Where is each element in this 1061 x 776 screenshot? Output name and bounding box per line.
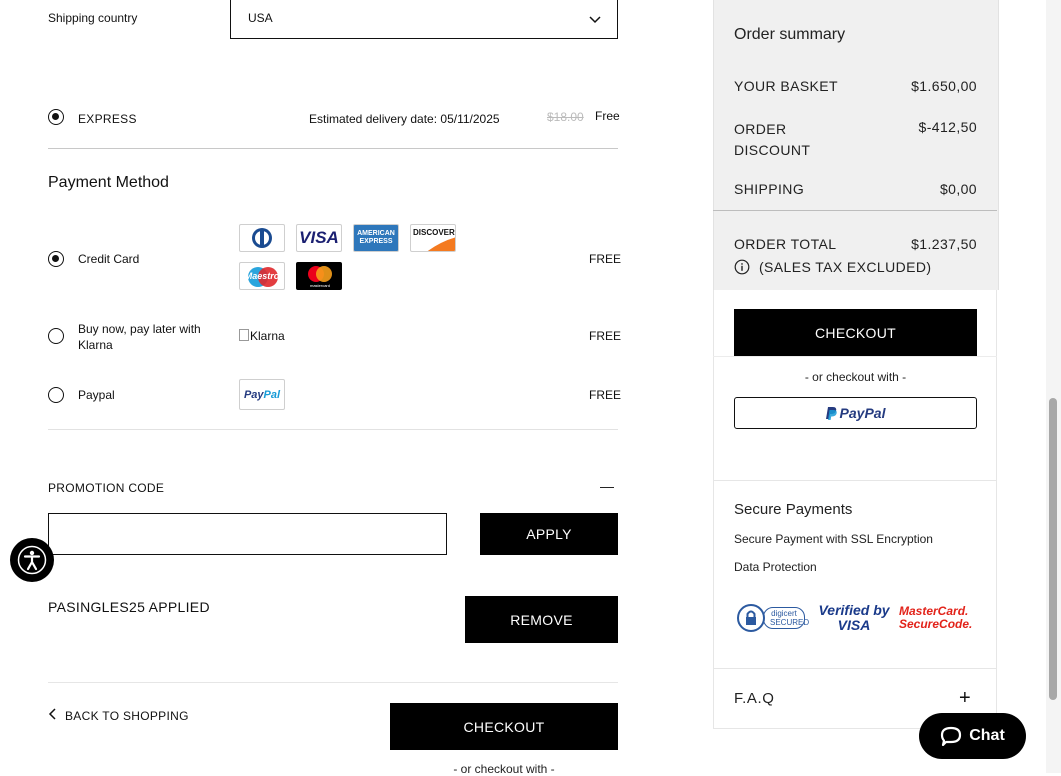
broken-image-icon <box>239 329 249 341</box>
diners-card-icon <box>239 224 285 252</box>
chat-bubble-icon <box>940 726 962 746</box>
klarna-logo-alt: Klarna <box>250 329 285 343</box>
payment-option-label: Paypal <box>78 388 115 402</box>
shipping-country-value: USA <box>248 11 273 25</box>
payment-option-price: FREE <box>589 252 622 266</box>
info-icon[interactable] <box>734 259 750 275</box>
scrollbar-thumb[interactable] <box>1049 398 1057 700</box>
payment-option-label: Buy now, pay later with Klarna <box>78 322 201 352</box>
payment-option-price: FREE <box>589 329 622 343</box>
data-protection-text: Data Protection <box>734 560 817 574</box>
visa-card-text: VISA <box>299 228 339 247</box>
chevron-down-icon <box>589 11 601 29</box>
order-summary-title: Order summary <box>734 26 846 43</box>
summary-shipping-label: SHIPPING <box>734 181 805 197</box>
summary-basket-value: $1.650,00 <box>911 78 977 94</box>
promotion-code-title: PROMOTION CODE <box>48 481 165 495</box>
shipping-country-label: Shipping country <box>48 11 138 25</box>
payment-option-label: Credit Card <box>78 252 140 266</box>
promotion-code-input[interactable] <box>48 513 447 555</box>
shipping-method-radio[interactable] <box>48 109 64 125</box>
summary-shipping-value: $0,00 <box>939 181 977 197</box>
summary-row-basket: YOUR BASKET $1.650,00 <box>734 78 977 94</box>
scrollbar-track[interactable] <box>1046 0 1061 773</box>
summary-total-label: ORDER TOTAL <box>734 236 837 252</box>
payment-option-radio-klarna[interactable] <box>48 328 64 344</box>
summary-checkout-button[interactable]: CHECKOUT <box>734 309 977 356</box>
maestro-card-icon: Maestro <box>239 262 285 290</box>
chat-button[interactable]: Chat <box>919 713 1026 759</box>
secure-payment-ssl-text: Secure Payment with SSL Encryption <box>734 532 933 546</box>
klarna-logo: Klarna <box>239 329 285 343</box>
tax-note-text: (SALES TAX EXCLUDED) <box>759 259 932 275</box>
shipping-price: Free <box>595 109 620 123</box>
apply-promo-button[interactable]: APPLY <box>480 513 618 555</box>
mastercard-securecode-badge-icon: MasterCard. SecureCode. <box>899 604 973 631</box>
discover-card-text: DISCOVER <box>413 228 455 237</box>
verified-by-visa-badge-icon: Verified by VISA <box>818 602 890 633</box>
mastercard-card-text: mastercard <box>309 283 330 288</box>
summary-row-discount: ORDER DISCOUNT $-412,50 <box>734 119 977 161</box>
digicert-badge-icon: digicert SECURED <box>737 604 809 632</box>
paypal-card-text: PayPal <box>243 388 281 401</box>
expand-faq-icon[interactable]: + <box>959 687 971 710</box>
promo-applied-text: PASINGLES25 APPLIED <box>48 599 210 615</box>
divider <box>48 148 618 149</box>
tax-note: (SALES TAX EXCLUDED) <box>734 259 931 275</box>
checkout-button[interactable]: CHECKOUT <box>390 703 618 750</box>
remove-promo-button[interactable]: REMOVE <box>465 596 618 643</box>
mastercard-card-icon: mastercard <box>296 262 342 290</box>
shipping-method-name: EXPRESS <box>78 112 137 126</box>
amex-card-icon: AMERICAN EXPRESS <box>353 224 399 252</box>
back-to-shopping-link[interactable]: BACK TO SHOPPING <box>48 707 189 725</box>
summary-or-checkout-text: - or checkout with - <box>804 370 907 384</box>
digicert-badge-text: digicert SECURED <box>763 607 809 629</box>
back-to-shopping-label: BACK TO SHOPPING <box>65 709 189 723</box>
summary-discount-value: $-412,50 <box>918 119 977 135</box>
summary-total-value: $1.237,50 <box>911 236 977 252</box>
summary-row-shipping: SHIPPING $0,00 <box>734 181 977 197</box>
divider <box>713 210 997 211</box>
summary-discount-label: ORDER DISCOUNT <box>734 121 811 158</box>
divider <box>713 356 997 357</box>
or-checkout-with-text: - or checkout with - <box>453 762 555 776</box>
visa-card-icon: VISA <box>296 224 342 252</box>
shipping-old-price: $18.00 <box>547 110 584 124</box>
paypal-checkout-button[interactable]: PayPal <box>734 397 977 429</box>
summary-row-total: ORDER TOTAL $1.237,50 <box>734 236 977 252</box>
chat-label: Chat <box>969 727 1005 744</box>
amex-card-text: AMERICAN EXPRESS <box>357 230 395 245</box>
payment-option-radio-paypal[interactable] <box>48 387 64 403</box>
paypal-card-icon: PayPal <box>239 379 285 410</box>
divider <box>48 682 618 683</box>
accessibility-icon[interactable] <box>10 538 54 582</box>
secure-payments-title: Secure Payments <box>734 501 853 518</box>
estimated-delivery: Estimated delivery date: 05/11/2025 <box>309 112 500 126</box>
discover-card-icon: DISCOVER <box>410 224 456 252</box>
collapse-promo-icon[interactable]: — <box>600 478 614 494</box>
payment-option-radio-credit-card[interactable] <box>48 251 64 267</box>
faq-label[interactable]: F.A.Q <box>734 690 775 707</box>
summary-basket-label: YOUR BASKET <box>734 78 838 94</box>
payment-option-price: FREE <box>589 388 622 402</box>
paypal-checkout-label: PayPal <box>839 405 886 421</box>
shipping-country-select[interactable]: USA <box>230 0 618 39</box>
divider <box>48 429 618 430</box>
chevron-left-icon <box>48 707 56 725</box>
payment-method-title: Payment Method <box>48 174 169 191</box>
maestro-card-text: Maestro <box>244 271 280 281</box>
paypal-icon <box>825 406 837 420</box>
